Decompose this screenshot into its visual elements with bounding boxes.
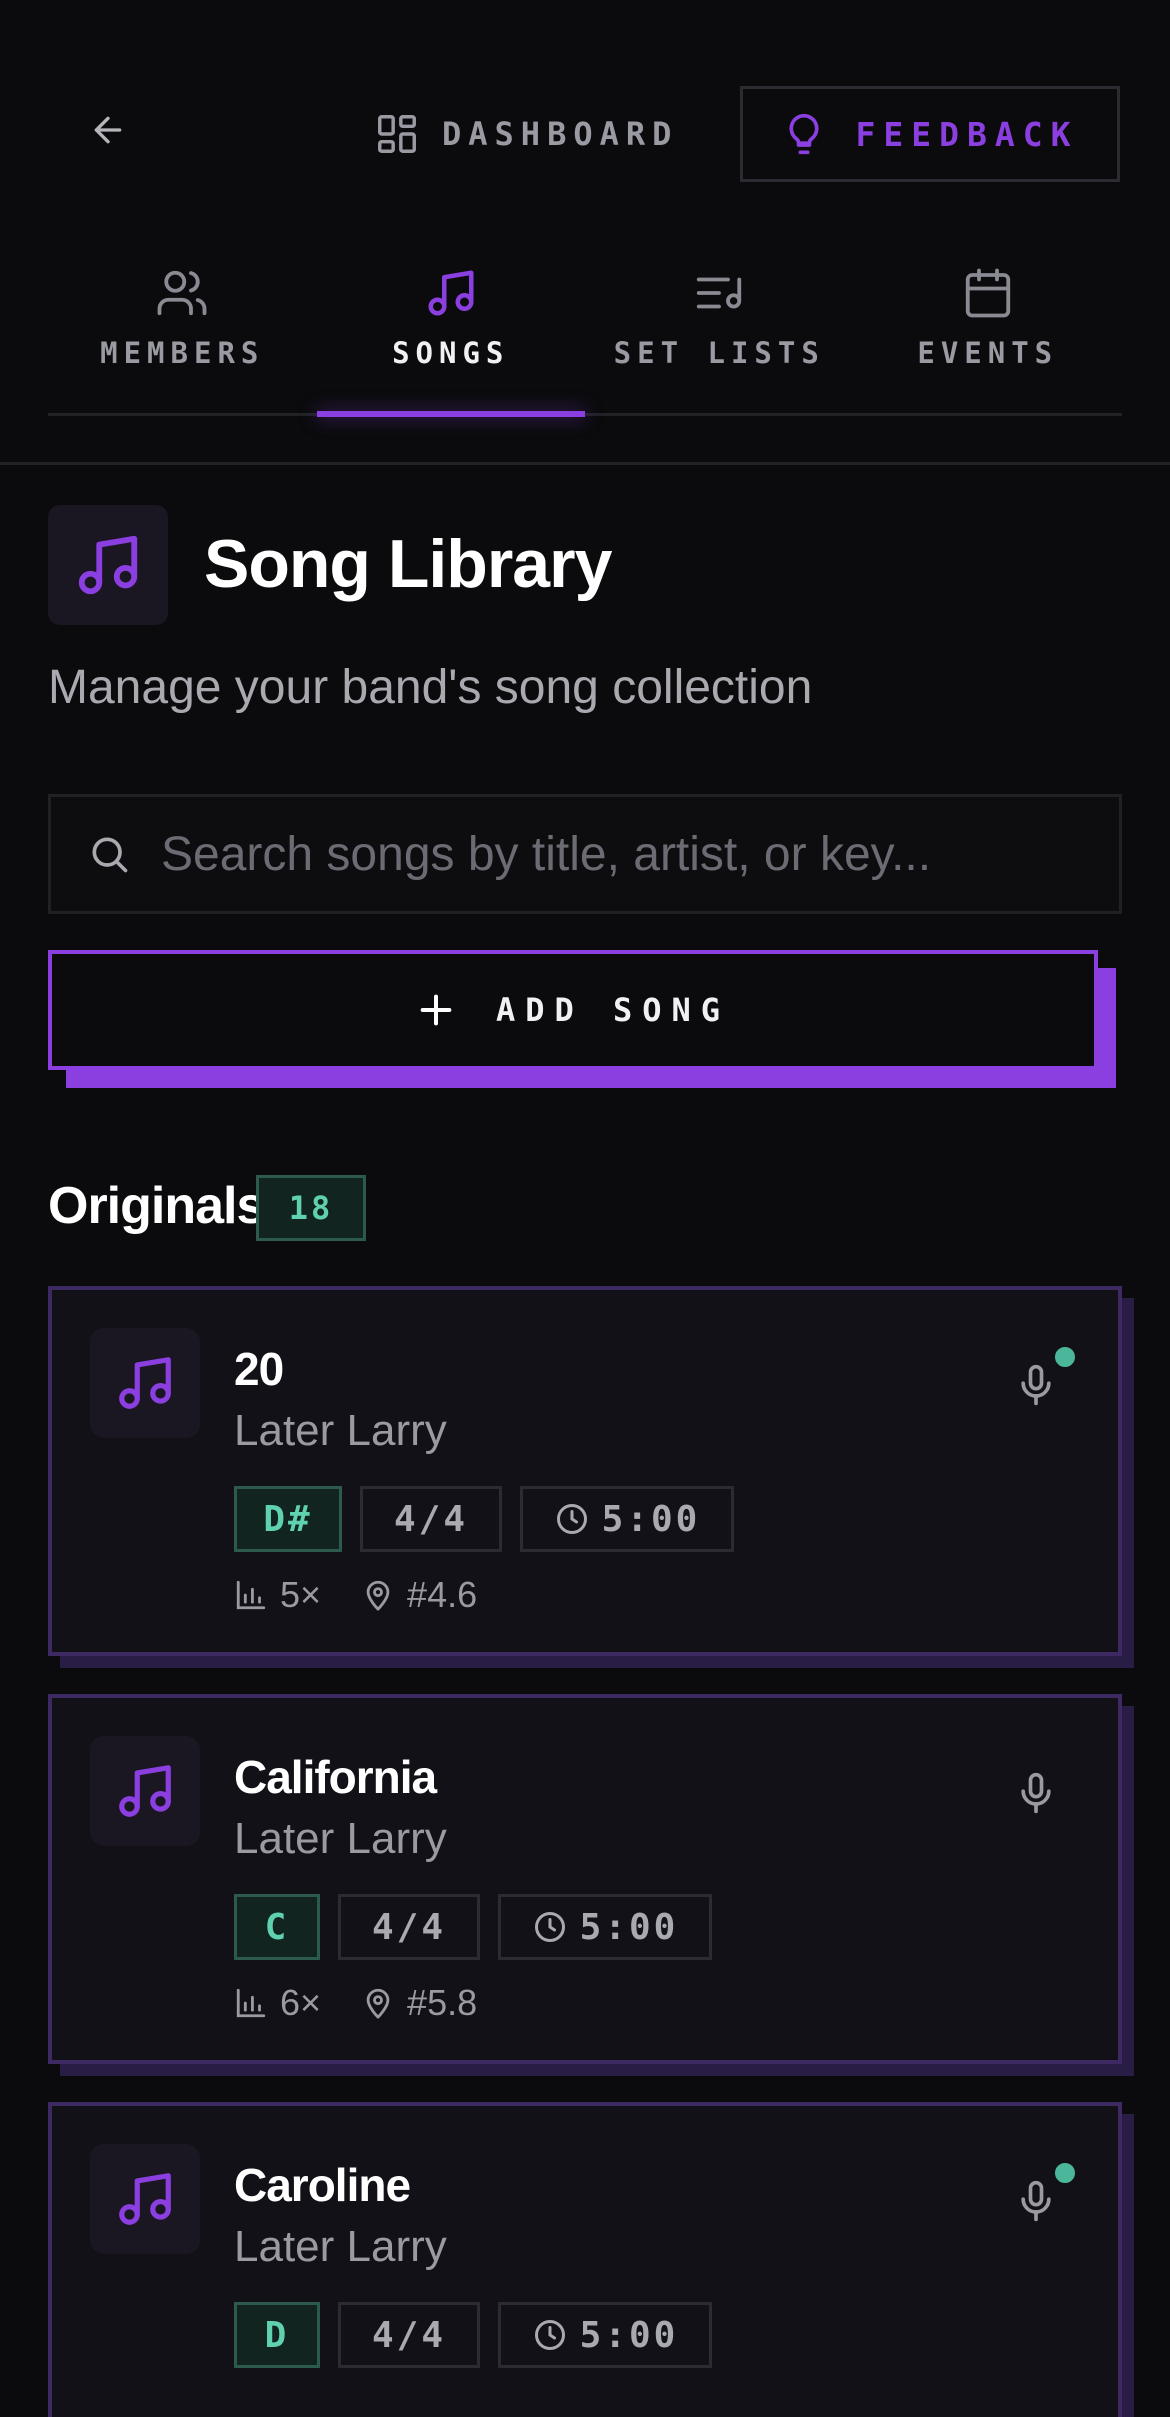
top-bar: DASHBOARD FEEDBACK	[0, 0, 1170, 182]
song-thumbnail	[90, 1736, 200, 1846]
song-tags: D# 4/4 5:00	[234, 1486, 734, 1552]
song-artist: Later Larry	[234, 2222, 447, 2271]
bar-chart-icon	[236, 1988, 266, 2018]
song-thumbnail	[90, 1328, 200, 1438]
song-card-body[interactable]: 20 Later Larry D# 4/4 5:00 5× #4.6	[48, 1286, 1122, 1656]
tab-members-label: MEMBERS	[100, 336, 265, 370]
recording-button[interactable]	[1006, 2158, 1080, 2236]
tab-members[interactable]: MEMBERS	[48, 252, 317, 413]
nav-tabs: MEMBERS SONGS SET LISTS EVENTS	[48, 252, 1123, 417]
tab-set-lists-label: SET LISTS	[613, 336, 825, 370]
song-card: Caroline Later Larry D 4/4 5:00	[48, 2102, 1134, 2417]
time-signature-badge: 4/4	[338, 1894, 480, 1960]
divider	[0, 462, 1170, 465]
avg-position: #4.6	[407, 1574, 478, 1615]
song-tags: D 4/4 5:00	[234, 2302, 712, 2368]
song-tags: C 4/4 5:00	[234, 1894, 712, 1960]
section-count-badge: 18	[256, 1175, 366, 1241]
song-artist: Later Larry	[234, 1814, 447, 1863]
feedback-button[interactable]: FEEDBACK	[740, 86, 1120, 182]
clock-icon	[534, 1912, 565, 1942]
song-library-icon-tile	[48, 505, 168, 625]
song-card-body[interactable]: Caroline Later Larry D 4/4 5:00	[48, 2102, 1122, 2417]
time-signature-badge: 4/4	[360, 1486, 502, 1552]
song-stats: 6× #5.8	[234, 1982, 477, 2024]
dashboard-icon	[378, 115, 416, 153]
play-count: 5×	[280, 1574, 322, 1615]
duration-badge: 5:00	[498, 2302, 712, 2368]
clock-icon	[556, 1504, 587, 1534]
add-song-button[interactable]: ADD SONG	[48, 950, 1098, 1070]
recording-button[interactable]	[1006, 1758, 1066, 1828]
search-box[interactable]	[48, 794, 1122, 914]
music-note-icon	[119, 1765, 171, 1817]
section-title: Originals	[48, 1177, 265, 1235]
song-card-body[interactable]: California Later Larry C 4/4 5:00 6× #5.…	[48, 1694, 1122, 2064]
music-note-icon	[119, 1357, 171, 1409]
song-title: 20	[234, 1343, 284, 1395]
bar-chart-icon	[236, 1580, 266, 1610]
page-subtitle: Manage your band's song collection	[48, 661, 813, 714]
map-pin-icon	[366, 1988, 390, 2019]
song-title: Caroline	[234, 2159, 411, 2211]
song-title: California	[234, 1751, 437, 1803]
microphone-icon	[1021, 2180, 1051, 2222]
duration-value: 5:00	[579, 1906, 679, 1948]
microphone-icon	[1021, 1772, 1051, 1814]
duration-value: 5:00	[601, 1498, 701, 1540]
map-pin-icon	[366, 1580, 390, 1611]
song-artist: Later Larry	[234, 1406, 447, 1455]
feedback-label: FEEDBACK	[855, 114, 1079, 154]
avg-position: #5.8	[407, 1982, 478, 2023]
search-icon	[92, 837, 128, 873]
music-note-icon	[428, 270, 474, 316]
users-icon	[157, 270, 207, 316]
music-note-icon	[78, 535, 138, 595]
song-stats: 5× #4.6	[234, 1574, 477, 1616]
key-badge: D#	[234, 1486, 342, 1552]
arrow-left-icon	[94, 116, 122, 144]
tab-events[interactable]: EVENTS	[854, 252, 1123, 413]
song-card: California Later Larry C 4/4 5:00 6× #5.…	[48, 1694, 1134, 2076]
recording-button[interactable]	[1006, 1342, 1080, 1420]
tab-songs[interactable]: SONGS	[316, 252, 586, 417]
search-input[interactable]	[161, 826, 1119, 882]
add-song-label: ADD SONG	[495, 991, 731, 1029]
recording-indicator-dot	[1050, 2158, 1080, 2188]
time-signature-badge: 4/4	[338, 2302, 480, 2368]
lightbulb-icon	[788, 113, 819, 155]
song-card: 20 Later Larry D# 4/4 5:00 5× #4.6	[48, 1286, 1134, 1668]
tab-events-label: EVENTS	[917, 336, 1059, 370]
back-button[interactable]	[78, 100, 138, 160]
clock-icon	[534, 2320, 565, 2350]
tab-set-lists[interactable]: SET LISTS	[585, 252, 854, 413]
dashboard-button[interactable]: DASHBOARD	[374, 100, 678, 168]
list-music-icon	[697, 277, 742, 309]
plus-icon	[420, 994, 452, 1026]
music-note-icon	[119, 2173, 171, 2225]
key-badge: C	[234, 1894, 320, 1960]
duration-badge: 5:00	[498, 1894, 712, 1960]
play-count: 6×	[280, 1982, 322, 2023]
page-title: Song Library	[204, 526, 612, 602]
duration-badge: 5:00	[520, 1486, 734, 1552]
microphone-icon	[1021, 1364, 1051, 1406]
dashboard-label: DASHBOARD	[442, 115, 679, 153]
calendar-icon	[965, 268, 1010, 318]
recording-indicator-dot	[1050, 1342, 1080, 1372]
duration-value: 5:00	[579, 2314, 679, 2356]
key-badge: D	[234, 2302, 320, 2368]
song-thumbnail	[90, 2144, 200, 2254]
tab-songs-label: SONGS	[392, 336, 510, 370]
